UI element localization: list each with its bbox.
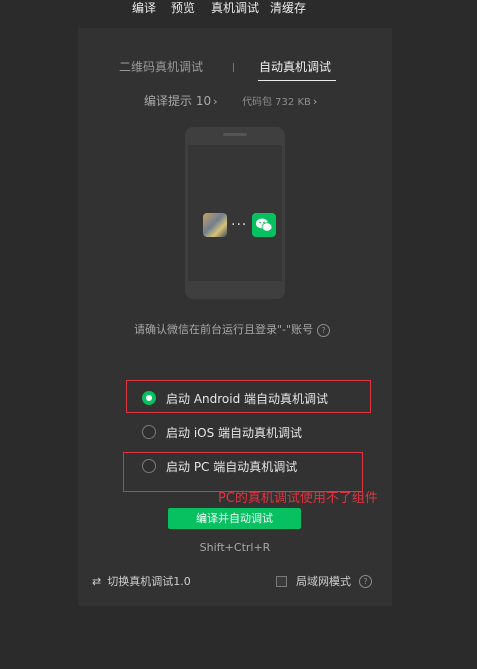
compile-hint-text: 编译提示 10 (144, 94, 212, 108)
lan-mode-checkbox[interactable] (276, 575, 287, 587)
switch-debug-version-link[interactable]: ⇄ 切换真机调试1.0 (92, 573, 191, 589)
tab-auto-debug[interactable]: 自动真机调试 (259, 58, 331, 76)
menubar: 编译 预览 真机调试 清缓存 (0, 0, 477, 18)
tab-divider (233, 63, 234, 72)
package-size-text: 代码包 732 KB (242, 97, 311, 108)
menu-preview[interactable]: 预览 (171, 0, 195, 16)
annotation-box-pc (123, 452, 363, 492)
auto-debug-panel: 二维码真机调试 自动真机调试 编译提示 10 › 代码包 732 KB › ··· … (78, 28, 392, 606)
tab-qrcode-debug[interactable]: 二维码真机调试 (119, 58, 203, 76)
option-ios[interactable]: 启动 iOS 端自动真机调试 (142, 423, 302, 441)
miniprogram-app-icon (203, 213, 227, 237)
login-confirm-text: 请确认微信在前台运行且登录"-"账号? (134, 322, 331, 338)
lan-mode-label: 局域网模式 (296, 575, 351, 588)
compile-hint-link[interactable]: 编译提示 10 › (144, 93, 218, 110)
phone-screen: ··· (188, 145, 282, 281)
shortcut-hint: Shift+Ctrl+R (199, 541, 271, 554)
lan-mode-option[interactable]: 局域网模式 ? (276, 573, 372, 589)
phone-speaker (223, 133, 247, 136)
confirm-message: 请确认微信在前台运行且登录"-"账号 (134, 323, 314, 336)
menu-compile[interactable]: 编译 (132, 0, 156, 16)
menu-clear-cache[interactable]: 清缓存 (270, 0, 306, 16)
wechat-icon (252, 213, 276, 237)
chevron-right-icon: › (213, 95, 218, 108)
swap-icon: ⇄ (92, 574, 102, 588)
compile-and-debug-button[interactable]: 编译并自动调试 (168, 508, 301, 529)
tab-active-underline (258, 80, 336, 81)
package-size-link[interactable]: 代码包 732 KB › (242, 93, 317, 111)
radio-unselected-icon[interactable] (142, 425, 156, 439)
help-icon[interactable]: ? (317, 323, 331, 337)
option-ios-label: 启动 iOS 端自动真机调试 (166, 425, 303, 440)
annotation-box-android (126, 380, 371, 413)
chevron-right-icon: › (312, 95, 318, 108)
connection-dots: ··· (231, 217, 248, 233)
annotation-note: PC的真机调试使用不了组件 (218, 491, 378, 506)
switch-debug-label: 切换真机调试1.0 (107, 575, 191, 588)
phone-illustration: ··· (185, 127, 285, 299)
menu-real-device-debug[interactable]: 真机调试 (211, 0, 259, 16)
help-icon[interactable]: ? (359, 574, 372, 588)
